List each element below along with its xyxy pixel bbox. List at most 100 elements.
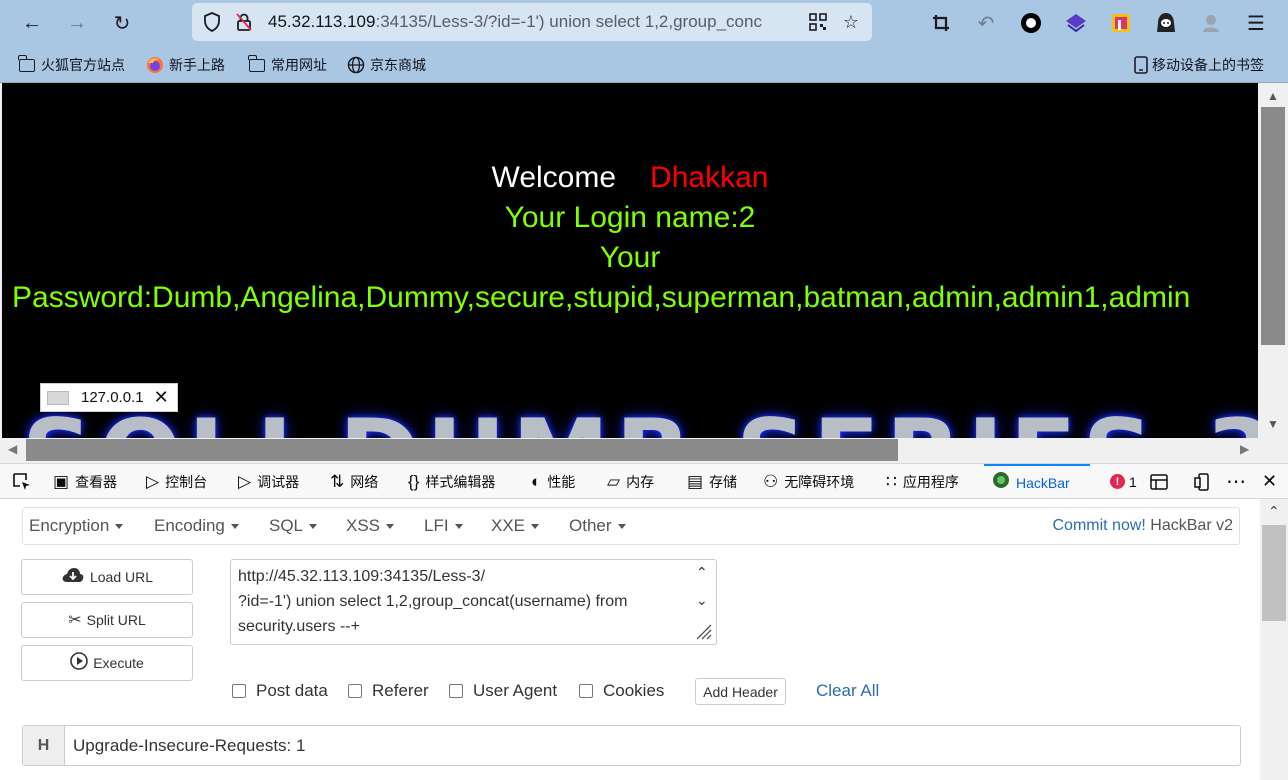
menu-encoding[interactable]: Encoding xyxy=(154,508,239,544)
inspector-icon: ▣ xyxy=(53,471,70,491)
menu-sql[interactable]: SQL xyxy=(269,508,318,544)
checkbox-box[interactable] xyxy=(579,684,593,698)
checkbox-box[interactable] xyxy=(449,684,463,698)
bookmark-item[interactable]: 火狐官方站点 xyxy=(18,54,125,76)
scrollbar-thumb[interactable] xyxy=(1261,107,1285,345)
responsive-design-icon[interactable] xyxy=(1194,464,1212,499)
url-line: http://45.32.113.109:34135/Less-3/ xyxy=(238,568,486,585)
header-badge: H xyxy=(23,726,65,765)
load-url-button[interactable]: Load URL xyxy=(21,559,193,595)
shield-icon[interactable] xyxy=(198,3,226,41)
tab-label: 样式编辑器 xyxy=(425,473,496,490)
menu-encryption[interactable]: Encryption xyxy=(29,508,124,544)
accessibility-icon: ⚇ xyxy=(763,471,779,491)
bookmark-label: 京东商城 xyxy=(370,57,426,73)
url-textarea[interactable]: http://45.32.113.109:34135/Less-3/ ?id=-… xyxy=(230,559,717,645)
tab-debugger[interactable]: ▷ 调试器 xyxy=(238,464,299,499)
toggle-split-console-icon[interactable] xyxy=(1150,464,1168,499)
textarea-scrollbar[interactable]: ⌃ ⌄ xyxy=(691,560,715,644)
performance-icon: ◐ xyxy=(531,471,542,491)
header-row[interactable]: H Upgrade-Insecure-Requests: 1 xyxy=(22,725,1241,766)
menu-xxe[interactable]: XXE xyxy=(491,508,540,544)
resize-grip-icon[interactable] xyxy=(694,622,712,645)
header-value[interactable]: Upgrade-Insecure-Requests: 1 xyxy=(73,726,305,765)
forward-icon[interactable]: → xyxy=(60,6,94,40)
extension-gray-icon[interactable] xyxy=(1194,6,1228,40)
extension-layers-icon[interactable] xyxy=(1059,6,1093,40)
extension-circle-icon[interactable] xyxy=(1014,6,1048,40)
tab-network[interactable]: ⇅ 网络 xyxy=(330,464,378,499)
tab-inspector[interactable]: ▣ 查看器 xyxy=(53,464,117,499)
bookmark-item[interactable]: 京东商城 xyxy=(347,54,426,76)
page-vertical-scrollbar[interactable]: ▲ ▼ xyxy=(1258,83,1288,463)
bookmark-item[interactable]: 常用网址 xyxy=(248,54,327,76)
caret-down-icon xyxy=(230,524,239,530)
close-icon[interactable]: ✕ xyxy=(154,387,169,408)
error-counter[interactable]: ! 1 xyxy=(1110,464,1137,499)
button-label: Add Header xyxy=(703,683,778,700)
page-horizontal-scrollbar[interactable]: ◀ ▶ xyxy=(0,438,1258,463)
tab-label: 无障碍环境 xyxy=(784,473,855,490)
clear-all-link[interactable]: Clear All xyxy=(816,681,879,701)
user-agent-checkbox[interactable]: User Agent xyxy=(449,681,557,701)
screenshot-crop-icon[interactable] xyxy=(924,6,958,40)
scroll-left-icon[interactable]: ◀ xyxy=(8,442,17,456)
scroll-down-icon[interactable]: ▼ xyxy=(1267,417,1279,431)
firefox-icon xyxy=(146,56,164,74)
back-icon[interactable]: ← xyxy=(15,6,49,40)
scrollbar-thumb[interactable] xyxy=(26,439,898,461)
menu-hamburger-icon[interactable]: ☰ xyxy=(1239,6,1273,40)
add-header-button[interactable]: Add Header xyxy=(695,678,786,705)
address-bar[interactable]: 45.32.113.109:34135/Less-3/?id=-1') unio… xyxy=(192,3,872,41)
caret-down-icon xyxy=(115,524,124,530)
split-url-button[interactable]: ✂ Split URL xyxy=(21,602,193,638)
hackbar-panel: Encryption Encoding SQL XSS LFI XXE Othe… xyxy=(0,499,1260,780)
tab-storage[interactable]: ▤ 存储 xyxy=(687,464,737,499)
mobile-icon xyxy=(1132,56,1150,74)
tab-memory[interactable]: ▱ 内存 xyxy=(607,464,654,499)
scissors-icon: ✂ xyxy=(68,612,82,629)
checkbox-box[interactable] xyxy=(232,684,246,698)
chevron-up-icon[interactable]: ⌃ xyxy=(1268,503,1280,520)
extension-color-icon[interactable] xyxy=(1104,6,1138,40)
menu-label: Encoding xyxy=(154,516,225,535)
chevron-up-icon[interactable]: ⌃ xyxy=(696,564,708,581)
bookmark-star-icon[interactable]: ☆ xyxy=(837,3,865,41)
folder-icon xyxy=(248,54,266,74)
referer-checkbox[interactable]: Referer xyxy=(348,681,429,701)
scroll-right-icon[interactable]: ▶ xyxy=(1240,442,1249,456)
tooltip-ip: 127.0.0.1 xyxy=(81,389,144,406)
commit-now-link[interactable]: Commit now! xyxy=(1052,517,1145,534)
chevron-down-icon[interactable]: ⌄ xyxy=(696,592,708,609)
scrollbar-thumb[interactable] xyxy=(1262,525,1286,621)
panel-scrollbar[interactable]: ⌃ xyxy=(1260,499,1288,780)
bookmark-item[interactable]: 新手上路 xyxy=(146,54,225,76)
insecure-lock-icon[interactable] xyxy=(230,3,258,41)
element-picker-icon[interactable] xyxy=(12,464,32,499)
tab-style-editor[interactable]: {} 样式编辑器 xyxy=(408,464,495,499)
reload-icon[interactable]: ↻ xyxy=(105,6,139,40)
close-devtools-icon[interactable]: ✕ xyxy=(1262,464,1277,499)
cookies-checkbox[interactable]: Cookies xyxy=(579,681,664,701)
qr-code-icon[interactable] xyxy=(804,3,832,41)
storage-icon: ▤ xyxy=(687,471,704,491)
welcome-label: Welcome xyxy=(491,161,617,194)
tab-performance[interactable]: ◐ 性能 xyxy=(531,464,575,499)
checkbox-box[interactable] xyxy=(348,684,362,698)
tab-hackbar[interactable]: HackBar xyxy=(984,464,1090,499)
tab-application[interactable]: ∷ 应用程序 xyxy=(886,464,959,499)
url-text[interactable]: 45.32.113.109:34135/Less-3/?id=-1') unio… xyxy=(268,3,808,41)
caret-down-icon xyxy=(454,524,463,530)
execute-button[interactable]: Execute xyxy=(21,645,193,681)
menu-xss[interactable]: XSS xyxy=(346,508,395,544)
more-options-icon[interactable]: ⋯ xyxy=(1226,464,1246,499)
menu-lfi[interactable]: LFI xyxy=(424,508,463,544)
menu-other[interactable]: Other xyxy=(569,508,626,544)
tab-console[interactable]: ▷ 控制台 xyxy=(146,464,207,499)
scroll-up-icon[interactable]: ▲ xyxy=(1267,89,1279,103)
post-data-checkbox[interactable]: Post data xyxy=(232,681,328,701)
extension-hacker-icon[interactable] xyxy=(1149,6,1183,40)
bookmark-item[interactable]: 移动设备上的书签 xyxy=(1132,54,1264,76)
tab-accessibility[interactable]: ⚇ 无障碍环境 xyxy=(763,464,854,499)
undo-icon[interactable]: ↶ xyxy=(969,6,1003,40)
